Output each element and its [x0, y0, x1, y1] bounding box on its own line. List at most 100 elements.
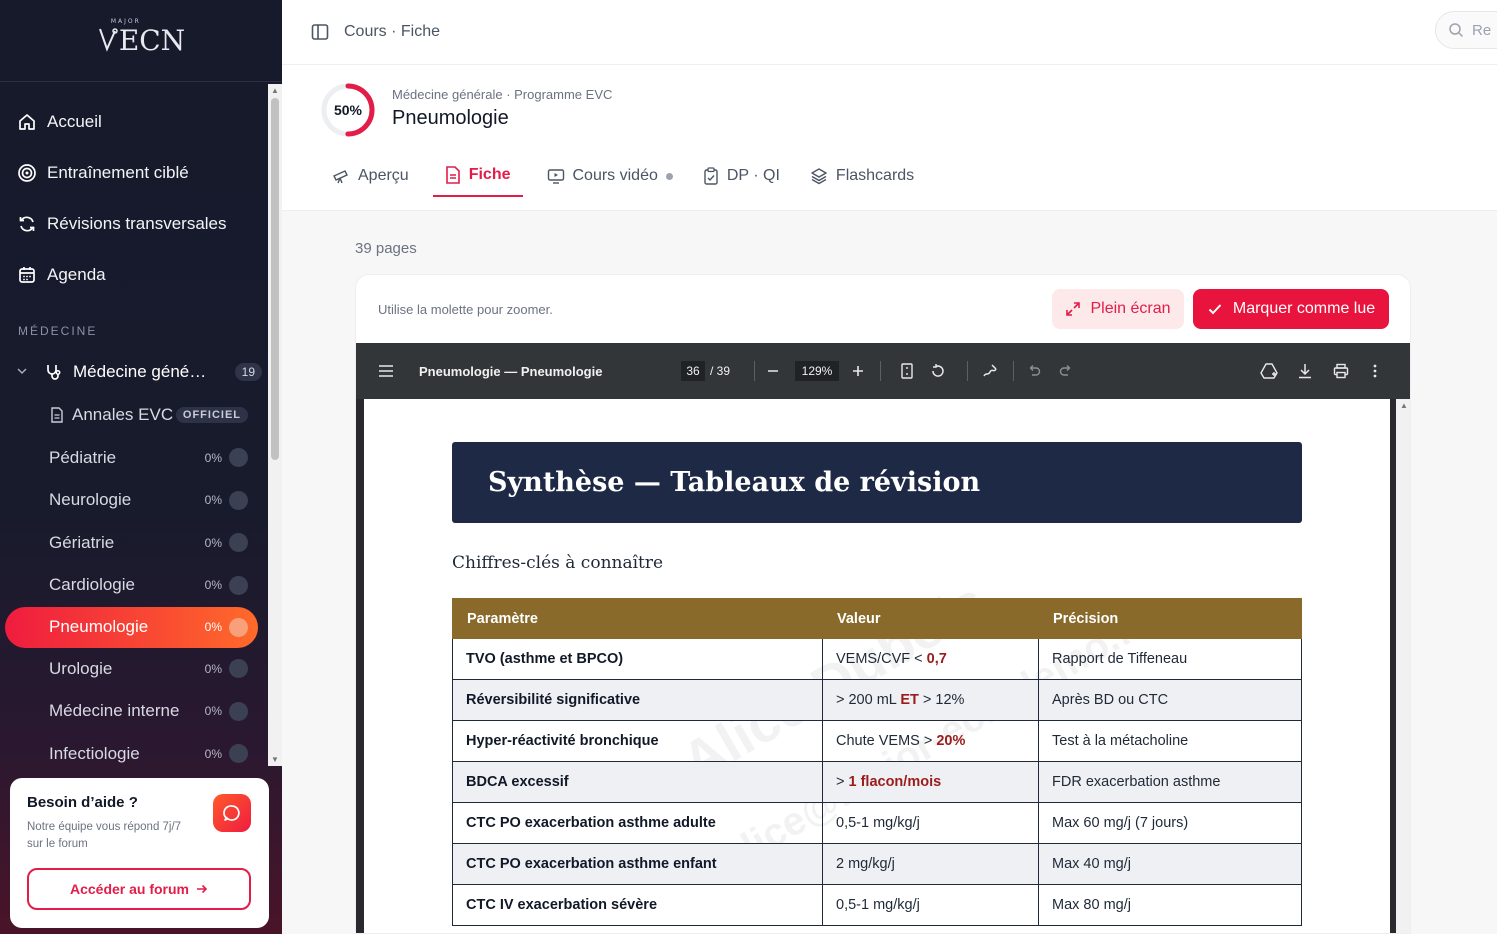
tab-apercu[interactable]: Aperçu	[326, 155, 415, 197]
stethoscope-logo-icon	[98, 28, 118, 52]
tab-dp-qi[interactable]: DP · QI	[697, 155, 786, 197]
cell-valeur: 2 mg/kg/j	[822, 843, 1039, 885]
chat-bubble-icon[interactable]	[213, 794, 251, 832]
tab-label: DP · QI	[726, 167, 780, 184]
scroll-down-icon[interactable]: ▼	[271, 755, 279, 764]
group-label: Médecine géné…	[73, 362, 207, 381]
sidebar-item-urologie[interactable]: Urologie 0%	[0, 648, 282, 691]
forum-button-label: Accéder au forum	[69, 881, 190, 897]
arrow-right-icon	[196, 883, 208, 895]
sidebar-toggle-icon[interactable]	[310, 22, 330, 42]
scroll-up-icon[interactable]: ▲	[271, 86, 279, 95]
document-icon	[445, 166, 461, 184]
fullscreen-button[interactable]: Plein écran	[1052, 289, 1184, 329]
forum-button[interactable]: Accéder au forum	[27, 868, 251, 910]
tab-cours-video[interactable]: Cours vidéo	[541, 155, 679, 197]
progress-dot	[229, 617, 248, 637]
sidebar-item-neurologie[interactable]: Neurologie 0%	[0, 479, 282, 522]
tab-flashcards[interactable]: Flashcards	[804, 155, 920, 197]
progress-percent: 0%	[204, 746, 222, 761]
redo-icon[interactable]	[1059, 364, 1073, 378]
tab-fiche[interactable]: Fiche	[432, 155, 523, 197]
progress-dot	[229, 448, 248, 468]
course-subtitle: Médecine générale · Programme EVC	[392, 87, 613, 102]
table-row: Hyper-réactivité bronchique Chute VEMS > …	[452, 720, 1302, 762]
cell-parametre: BDCA excessif	[452, 761, 823, 803]
scroll-up-icon[interactable]: ▲	[1400, 401, 1408, 410]
annotate-icon[interactable]	[982, 363, 998, 379]
fit-page-icon[interactable]	[901, 363, 913, 379]
undo-icon[interactable]	[1027, 364, 1041, 378]
sidebar-item-label: Infectiologie	[49, 743, 140, 763]
logo-superscript: MAJOR	[110, 18, 141, 25]
sidebar-item-cardiologie[interactable]: Cardiologie 0%	[0, 564, 282, 607]
sidebar-scrollbar[interactable]: ▲ ▼	[268, 84, 282, 766]
cell-parametre: TVO (asthme et BPCO)	[452, 638, 823, 680]
pdf-toolbar: Pneumologie — Pneumologie 36 / 39 129%	[356, 343, 1410, 399]
viewer-toolbar: Utilise la molette pour zoomer. Plein éc…	[356, 275, 1410, 343]
progress-dot	[229, 744, 248, 764]
sidebar-item-pneumologie[interactable]: Pneumologie 0%	[5, 606, 258, 648]
zoom-out-icon[interactable]	[767, 365, 779, 377]
video-icon	[547, 167, 565, 185]
zoom-in-icon[interactable]	[852, 365, 864, 377]
expand-icon	[1065, 301, 1081, 317]
document-section-heading: Chiffres-clés à connaître	[452, 553, 664, 573]
group-medecine-generale[interactable]: Médecine géné… 19	[0, 350, 282, 394]
calendar-icon	[16, 264, 38, 286]
sidebar-item-geriatrie[interactable]: Gériatrie 0%	[0, 522, 282, 565]
value-text: Chute VEMS >	[836, 733, 937, 749]
mark-as-read-label: Marquer comme lue	[1232, 300, 1376, 317]
nav-label: Agenda	[47, 264, 106, 284]
sidebar-item-medecine-interne[interactable]: Médecine interne 0%	[0, 690, 282, 733]
toolbar-divider	[967, 361, 968, 381]
table-row: TVO (asthme et BPCO) VEMS/CVF < 0,7 Rappor…	[452, 638, 1302, 680]
sidebar: MAJOR ECN Accueil Entraînement ciblé Rév…	[0, 0, 282, 934]
cell-precision: Max 60 mg/j (7 jours)	[1038, 802, 1302, 844]
logo[interactable]: MAJOR ECN	[0, 0, 282, 82]
page-number-input[interactable]: 36	[681, 361, 705, 381]
scrollbar-thumb[interactable]	[271, 98, 279, 460]
value-highlight: 1 flacon/mois	[848, 774, 942, 790]
nav-item-entrainement[interactable]: Entraînement ciblé	[0, 147, 282, 198]
nav-label: Entraînement ciblé	[47, 162, 189, 182]
value-text: VEMS/CVF <	[836, 651, 927, 667]
more-options-icon[interactable]	[1373, 364, 1377, 378]
mark-as-read-button[interactable]: Marquer comme lue	[1193, 289, 1389, 329]
group-count-badge: 19	[234, 363, 262, 381]
sidebar-item-pediatrie[interactable]: Pédiatrie 0%	[0, 437, 282, 480]
progress-percent: 0%	[204, 704, 222, 719]
nav-item-revisions[interactable]: Révisions transversales	[0, 198, 282, 249]
table-header-row: Paramètre Valeur Précision	[452, 598, 1302, 639]
value-text: >	[836, 774, 849, 790]
cell-valeur: > 200 mL ET > 12%	[822, 679, 1039, 721]
nav-item-agenda[interactable]: Agenda	[0, 249, 282, 300]
pdf-canvas-area[interactable]: Alice Dubois alice@major-ecn-demo.fr Syn…	[356, 399, 1410, 933]
table-row: CTC PO exacerbation asthme adulte 0,5-1 m…	[452, 802, 1302, 844]
drive-icon[interactable]	[1260, 363, 1278, 379]
sidebar-item-infectiologie[interactable]: Infectiologie 0%	[0, 733, 282, 776]
help-card: Besoin d’aide ? Notre équipe vous répond…	[10, 778, 269, 928]
zoom-level-input[interactable]: 129%	[795, 361, 839, 381]
table-row: CTC IV exacerbation sévère 0,5-1 mg/kg/j M…	[452, 884, 1302, 926]
rotate-icon[interactable]	[930, 363, 946, 379]
value-text: 0,5-1 mg/kg/j	[836, 897, 920, 913]
pdf-scrollbar[interactable]: ▲	[1396, 399, 1410, 933]
download-icon[interactable]	[1298, 363, 1312, 379]
cell-parametre: CTC IV exacerbation sévère	[452, 884, 823, 926]
cell-valeur: 0,5-1 mg/kg/j	[822, 802, 1039, 844]
pages-count: 39 pages	[355, 240, 417, 257]
value-text: 2 mg/kg/j	[836, 856, 895, 872]
search-input[interactable]: Re	[1435, 11, 1497, 49]
chevron-down-icon	[16, 365, 32, 380]
sidebar-item-annales-evc[interactable]: Annales EVC OFFICIEL	[0, 394, 282, 437]
print-icon[interactable]	[1333, 363, 1349, 379]
table-row: BDCA excessif > 1 flacon/mois FDR exacerba…	[452, 761, 1302, 803]
progress-dot	[229, 533, 248, 553]
sidebar-item-label: Médecine interne	[49, 701, 180, 721]
menu-icon[interactable]	[378, 364, 394, 378]
cell-parametre: CTC PO exacerbation asthme adulte	[452, 802, 823, 844]
nav-item-accueil[interactable]: Accueil	[0, 96, 282, 147]
cell-valeur: 0,5-1 mg/kg/j	[822, 884, 1039, 926]
sidebar-item-label: Annales EVC	[72, 405, 174, 425]
